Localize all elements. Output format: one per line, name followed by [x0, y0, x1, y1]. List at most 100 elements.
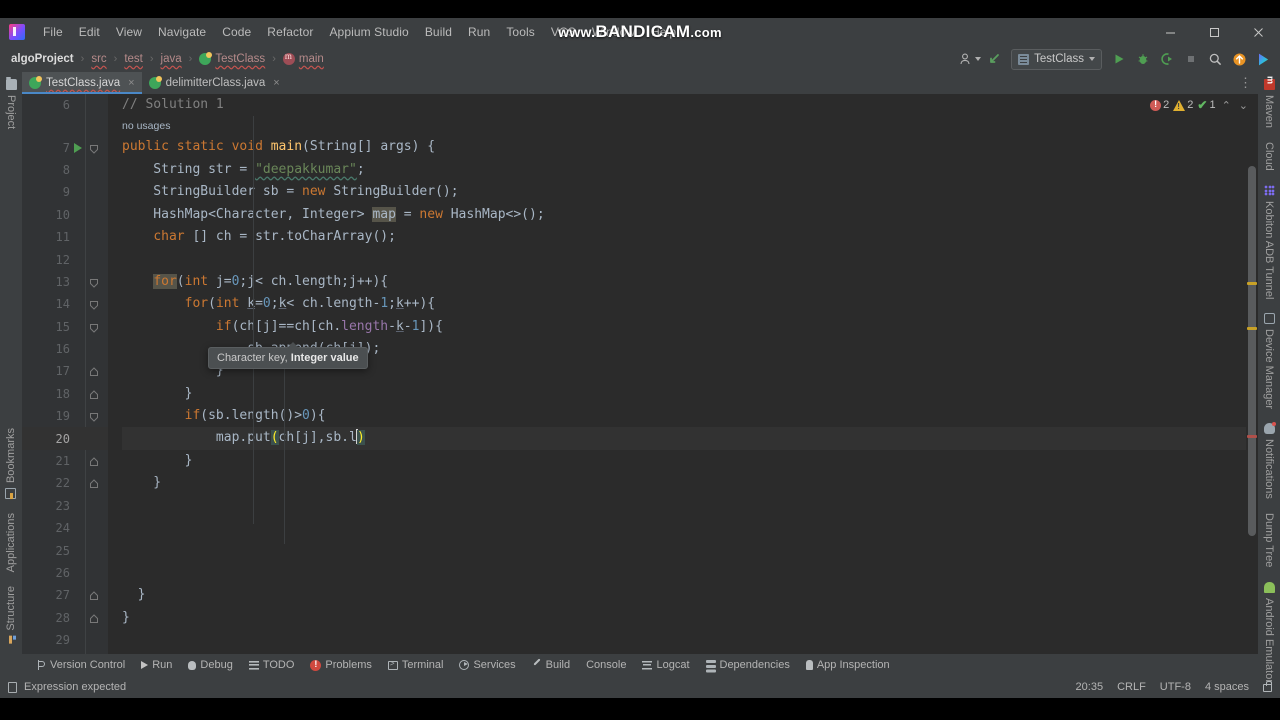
line-separator[interactable]: CRLF [1117, 681, 1146, 693]
tool-button-kobiton-adb-tunnel[interactable]: Kobiton ADB Tunnel [1260, 178, 1278, 306]
run-button[interactable] [1108, 48, 1130, 70]
scrollbar-thumb[interactable] [1248, 166, 1256, 536]
breadcrumb-item-src[interactable]: src [89, 51, 108, 67]
code-line-24[interactable] [122, 517, 1258, 539]
code-line-14[interactable]: for(int k=0;k< ch.length-1;k++){ [122, 293, 1258, 315]
code-line-23[interactable] [122, 495, 1258, 517]
minimize-button[interactable] [1148, 18, 1192, 46]
code-line-10[interactable]: HashMap<Character, Integer> map = new Ha… [122, 204, 1258, 226]
code-line-25[interactable] [122, 539, 1258, 561]
tool-button-structure[interactable]: Structure [2, 579, 20, 654]
indent-setting[interactable]: 4 spaces [1205, 681, 1249, 693]
code-line-26[interactable] [122, 562, 1258, 584]
prev-problem-icon[interactable]: ⌃ [1220, 99, 1233, 112]
fold-collapse-icon[interactable] [89, 590, 99, 601]
gutter-line-15[interactable]: 15 [22, 316, 108, 338]
code-line-6[interactable]: // Solution 1 [122, 94, 1258, 116]
code-line-27[interactable]: } [122, 584, 1258, 606]
caret-position[interactable]: 20:35 [1076, 681, 1104, 693]
menu-item-build[interactable]: Build [417, 21, 460, 43]
gutter-line-16[interactable]: 16 [22, 338, 108, 360]
tool-button-device-manager[interactable]: Device Manager [1260, 306, 1278, 416]
tool-window-button-terminal[interactable]: Terminal [380, 656, 452, 674]
usage-hint[interactable]: no usages [122, 116, 1258, 136]
gutter-line-20[interactable]: 20 [22, 427, 108, 450]
gutter-line-6[interactable]: 6 [22, 94, 108, 116]
code-text[interactable]: // Solution 1 no usages public static void… [108, 94, 1258, 654]
code-line-11[interactable]: char [] ch = str.toCharArray(); [122, 226, 1258, 248]
lock-icon[interactable] [1263, 681, 1272, 692]
close-button[interactable] [1236, 18, 1280, 46]
code-line-8[interactable]: String str = "deepakkumar"; [122, 159, 1258, 181]
ai-assistant-icon[interactable] [1252, 48, 1274, 70]
tool-window-button-logcat[interactable]: Logcat [634, 656, 697, 674]
breadcrumb-item-algoproject[interactable]: algoProject [9, 51, 76, 67]
tool-button-cloud[interactable]: Cloud [1260, 135, 1278, 178]
tool-window-button-version-control[interactable]: Version Control [28, 656, 133, 674]
tool-button-notifications[interactable]: Notifications [1260, 416, 1278, 506]
code-line-18[interactable]: } [122, 383, 1258, 405]
menu-item-code[interactable]: Code [214, 21, 259, 43]
code-line-22[interactable]: } [122, 472, 1258, 494]
editor-tab-testclass-java[interactable]: TestClass.java × [22, 72, 142, 94]
tool-window-button-console[interactable]: Console [578, 656, 634, 674]
fold-collapse-icon[interactable] [89, 456, 99, 467]
fold-collapse-icon[interactable] [89, 366, 99, 377]
tool-button-dump-tree[interactable]: Dump Tree [1260, 506, 1278, 574]
tool-window-button-problems[interactable]: Problems [302, 656, 379, 674]
account-icon[interactable] [959, 48, 982, 70]
menu-item-run[interactable]: Run [460, 21, 498, 43]
inspection-widget[interactable]: 2 2 ✔ 1 ⌃ ⌄ [1150, 98, 1250, 112]
code-line-19[interactable]: if(sb.length()>0){ [122, 405, 1258, 427]
gutter-line-22[interactable]: 22 [22, 472, 108, 494]
gutter-line-18[interactable]: 18 [22, 383, 108, 405]
menu-item-tools[interactable]: Tools [498, 21, 543, 43]
fold-expanded-icon[interactable] [89, 143, 99, 154]
tool-window-button-debug[interactable]: Debug [180, 656, 240, 674]
gutter-line-21[interactable]: 21 [22, 450, 108, 472]
gutter-line-28[interactable]: 28 [22, 607, 108, 629]
maximize-button[interactable] [1192, 18, 1236, 46]
code-line-28[interactable]: } [122, 607, 1258, 629]
tool-window-button-dependencies[interactable]: Dependencies [698, 656, 798, 674]
editor-scrollbar[interactable] [1246, 94, 1258, 654]
warning-count-badge[interactable]: 2 [1173, 99, 1193, 111]
search-everywhere-icon[interactable] [1204, 48, 1226, 70]
stop-button[interactable] [1180, 48, 1202, 70]
gutter-line-29[interactable]: 29 [22, 629, 108, 651]
breadcrumb-item-test[interactable]: test [122, 51, 145, 67]
debug-button[interactable] [1132, 48, 1154, 70]
warning-stripe[interactable] [1247, 282, 1257, 285]
menu-item-view[interactable]: View [108, 21, 150, 43]
file-encoding[interactable]: UTF-8 [1160, 681, 1191, 693]
tool-window-button-services[interactable]: Services [451, 656, 523, 674]
gutter-line-14[interactable]: 14 [22, 293, 108, 315]
updates-icon[interactable] [1228, 48, 1250, 70]
close-tab-icon[interactable]: × [128, 77, 134, 89]
fold-expanded-icon[interactable] [89, 322, 99, 333]
gutter-line-9[interactable]: 9 [22, 181, 108, 203]
tool-window-button-app-inspection[interactable]: App Inspection [798, 656, 898, 674]
menu-item-edit[interactable]: Edit [71, 21, 108, 43]
fold-collapse-icon[interactable] [89, 389, 99, 399]
gutter-line-24[interactable]: 24 [22, 517, 108, 539]
tool-button-applications[interactable]: Applications [2, 506, 20, 579]
code-line-12[interactable] [122, 248, 1258, 270]
gutter-line-13[interactable]: 13 [22, 271, 108, 293]
next-problem-icon[interactable]: ⌄ [1237, 99, 1250, 112]
tool-button-android-emulator[interactable]: Android Emulator [1260, 575, 1278, 690]
code-line-9[interactable]: StringBuilder sb = new StringBuilder(); [122, 181, 1258, 203]
gutter-line-12[interactable]: 12 [22, 248, 108, 270]
code-line-29[interactable] [122, 629, 1258, 651]
tool-button-bookmarks[interactable]: Bookmarks [2, 421, 20, 506]
gutter-line-26[interactable]: 26 [22, 562, 108, 584]
gutter-line-23[interactable]: 23 [22, 495, 108, 517]
tool-window-button-run[interactable]: Run [133, 656, 180, 674]
run-with-coverage-button[interactable] [1156, 48, 1178, 70]
tool-window-button-build[interactable]: Build [524, 656, 578, 674]
run-gutter-icon[interactable] [74, 142, 82, 153]
fold-expanded-icon[interactable] [89, 299, 99, 311]
code-line-13[interactable]: for(int j=0;j< ch.length;j++){ [122, 271, 1258, 293]
code-line-20[interactable]: map.put(ch[j],sb.l) [122, 427, 1258, 450]
tool-button-project[interactable]: Project [2, 72, 20, 136]
